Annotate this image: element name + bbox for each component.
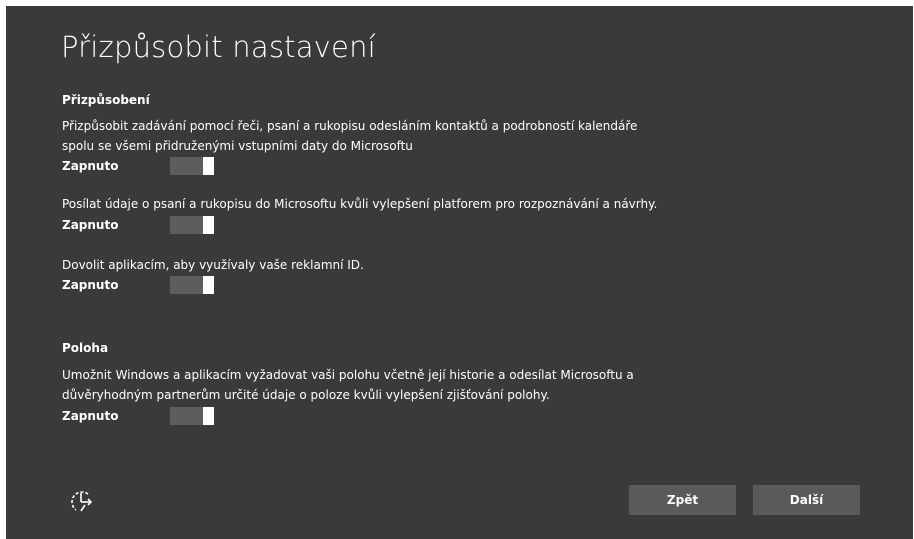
location-toggle[interactable] (170, 407, 214, 425)
toggle-knob (203, 276, 214, 294)
setting-description-speech-input: Přizpůsobit zadávání pomocí řeči, psaní … (62, 119, 638, 153)
setting-row-typing-data: Zapnuto (62, 216, 262, 236)
setting-row-advertising-id: Zapnuto (62, 276, 262, 296)
setting-description-location: Umožnit Windows a aplikacím vyžadovat va… (62, 368, 634, 402)
toggle-knob (203, 407, 214, 425)
toggle-knob (203, 157, 214, 175)
speech-input-toggle[interactable] (170, 157, 214, 175)
section-heading-personalization: Přizpůsobení (62, 93, 150, 107)
setting-row-speech-input: Zapnuto (62, 157, 262, 177)
typing-data-toggle[interactable] (170, 216, 214, 234)
next-button[interactable]: Další (753, 485, 860, 515)
back-button[interactable]: Zpět (629, 485, 736, 515)
advertising-id-toggle[interactable] (170, 276, 214, 294)
toggle-state-label: Zapnuto (62, 159, 119, 173)
page-title: Přizpůsobit nastavení (61, 30, 376, 64)
toggle-state-label: Zapnuto (62, 409, 119, 423)
ease-of-access-icon-graphic (71, 491, 93, 512)
setting-row-location: Zapnuto (62, 407, 262, 427)
setting-description-advertising-id: Dovolit aplikacím, aby využívaly vaše re… (62, 258, 364, 272)
setting-description-typing-data: Posílat údaje o psaní a rukopisu do Micr… (62, 197, 658, 211)
setup-window: Přizpůsobit nastavení Přizpůsobení Přizp… (6, 6, 913, 539)
toggle-knob (203, 216, 214, 234)
toggle-state-label: Zapnuto (62, 278, 119, 292)
ease-of-access-icon[interactable] (64, 483, 98, 517)
toggle-state-label: Zapnuto (62, 218, 119, 232)
section-heading-location: Poloha (62, 341, 109, 355)
